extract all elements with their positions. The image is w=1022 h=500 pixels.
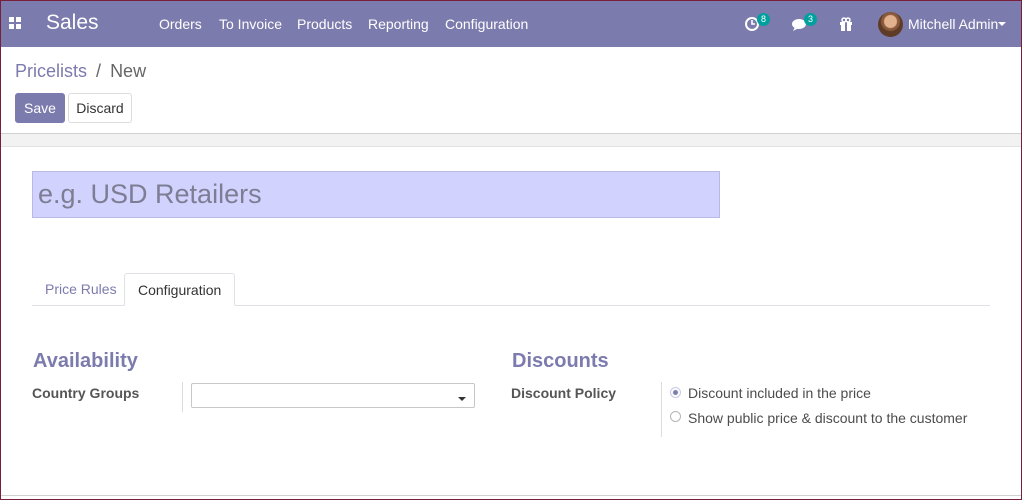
discounts-group-title: Discounts bbox=[512, 350, 609, 372]
top-navbar: Sales Orders To Invoice Products Reporti… bbox=[1, 1, 1021, 47]
app-name[interactable]: Sales bbox=[46, 11, 99, 35]
pricelist-name-input[interactable] bbox=[32, 171, 720, 218]
breadcrumb: Pricelists / New bbox=[15, 61, 146, 82]
availability-group-title: Availability bbox=[33, 350, 138, 372]
country-groups-label: Country Groups bbox=[32, 385, 140, 401]
country-groups-select[interactable] bbox=[191, 383, 475, 408]
gift-icon[interactable] bbox=[837, 14, 857, 34]
messages-count-badge: 3 bbox=[804, 13, 817, 26]
field-separator bbox=[661, 382, 662, 437]
menu-orders[interactable]: Orders bbox=[159, 16, 202, 32]
menu-configuration[interactable]: Configuration bbox=[445, 16, 528, 32]
apps-menu-icon[interactable] bbox=[9, 17, 21, 29]
discount-included-label[interactable]: Discount included in the price bbox=[688, 385, 871, 401]
breadcrumb-pricelists-link[interactable]: Pricelists bbox=[15, 61, 87, 81]
show-public-price-radio[interactable] bbox=[670, 411, 681, 422]
breadcrumb-separator: / bbox=[96, 61, 102, 81]
discard-button[interactable]: Discard bbox=[68, 93, 132, 123]
activity-count-badge: 8 bbox=[757, 13, 770, 26]
menu-products[interactable]: Products bbox=[297, 16, 352, 32]
menu-to-invoice[interactable]: To Invoice bbox=[219, 16, 282, 32]
discount-policy-label: Discount Policy bbox=[511, 385, 617, 401]
user-menu-chevron-down-icon[interactable] bbox=[998, 22, 1006, 26]
user-avatar[interactable] bbox=[878, 12, 903, 37]
save-button[interactable]: Save bbox=[15, 93, 65, 123]
tab-price-rules[interactable]: Price Rules bbox=[32, 273, 130, 306]
form-sheet-divider bbox=[1, 133, 1021, 147]
menu-reporting[interactable]: Reporting bbox=[368, 16, 429, 32]
breadcrumb-current: New bbox=[110, 61, 147, 81]
chevron-down-icon[interactable] bbox=[458, 397, 466, 401]
user-name[interactable]: Mitchell Admin bbox=[908, 16, 998, 32]
bottom-divider bbox=[1, 495, 1021, 496]
show-public-price-label[interactable]: Show public price & discount to the cust… bbox=[688, 410, 967, 426]
field-separator bbox=[182, 382, 183, 412]
tab-configuration[interactable]: Configuration bbox=[124, 273, 236, 306]
discount-included-radio[interactable] bbox=[670, 387, 681, 398]
